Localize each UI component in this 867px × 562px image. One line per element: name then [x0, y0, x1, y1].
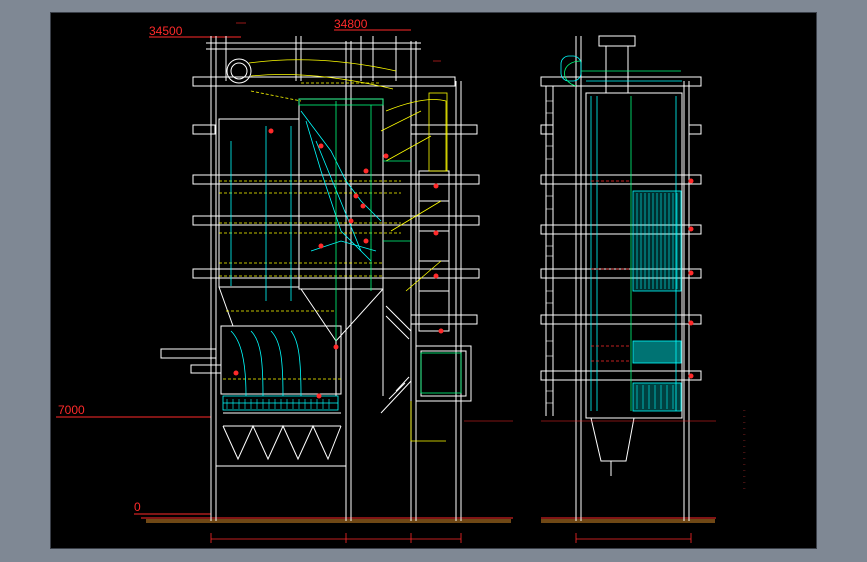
- specification-legend: — — — — — — — — — — — — — —: [742, 409, 746, 491]
- legend-line-2: —: [742, 415, 746, 419]
- legend-line-3: —: [742, 421, 746, 425]
- legend-line-1: —: [742, 409, 746, 413]
- legend-line-10: —: [742, 463, 746, 467]
- elevation-34500: 34500: [149, 24, 183, 38]
- legend-line-11: —: [742, 469, 746, 473]
- left-view-markers: [233, 128, 444, 399]
- right-view-ladder-rungs: [546, 100, 553, 404]
- left-view-tubes: [222, 110, 382, 411]
- left-view-piping: [219, 82, 401, 380]
- elevation-labels: 34500 34800 7000 0: [56, 17, 411, 515]
- elevation-34800: 34800: [334, 17, 368, 31]
- left-view-piping-solid: [248, 59, 448, 442]
- ground-foundation: [141, 517, 716, 543]
- legend-line-9: —: [742, 457, 746, 461]
- elevation-0: 0: [134, 500, 141, 514]
- boiler-elevation-drawing: 34500 34800 7000 0 — — — — — — — — — — —…: [56, 17, 746, 543]
- left-view-tube-bank: [226, 399, 330, 409]
- legend-line-5: —: [742, 433, 746, 437]
- elevation-7000: 7000: [58, 403, 85, 417]
- cad-drawing-viewport[interactable]: 34500 34800 7000 0 — — — — — — — — — — —…: [50, 12, 817, 549]
- legend-line-14: —: [742, 487, 746, 491]
- legend-line-7: —: [742, 445, 746, 449]
- legend-line-6: —: [742, 439, 746, 443]
- legend-line-8: —: [742, 451, 746, 455]
- legend-line-12: —: [742, 475, 746, 479]
- legend-line-13: —: [742, 481, 746, 485]
- legend-line-4: —: [742, 427, 746, 431]
- left-view-structure: [160, 36, 480, 521]
